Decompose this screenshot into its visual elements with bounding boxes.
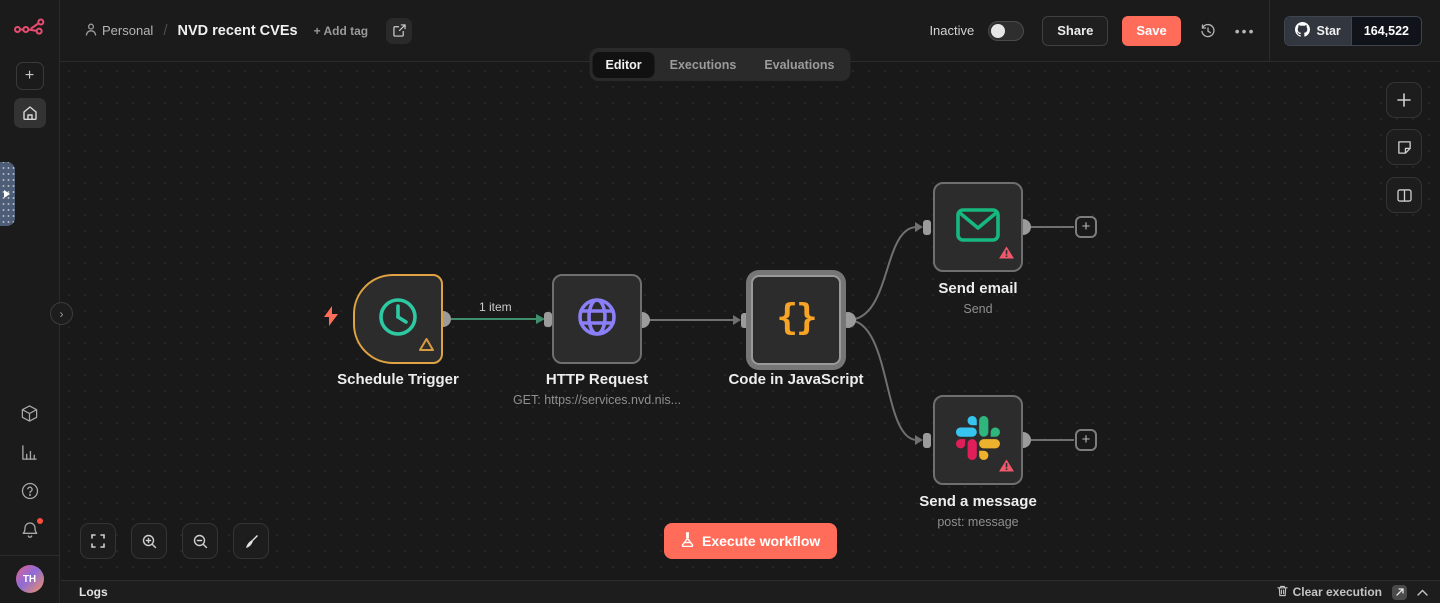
add-connection-button[interactable]: + bbox=[1075, 429, 1097, 451]
code-braces-icon: {} bbox=[776, 296, 817, 338]
logs-title: Logs bbox=[79, 585, 108, 599]
node-schedule-trigger[interactable] bbox=[353, 274, 443, 364]
insights-icon[interactable] bbox=[19, 441, 41, 463]
tab-executions[interactable]: Executions bbox=[657, 52, 750, 78]
node-code-javascript[interactable]: {} bbox=[751, 275, 841, 365]
clock-icon bbox=[375, 294, 421, 345]
trash-icon bbox=[1276, 585, 1288, 600]
node-label: Send email bbox=[938, 280, 1018, 297]
logs-panel-header[interactable]: Logs Clear execution bbox=[61, 580, 1440, 603]
node-send-message-slack[interactable] bbox=[933, 395, 1023, 485]
clear-execution-label: Clear execution bbox=[1292, 585, 1382, 599]
warning-triangle-icon bbox=[418, 337, 435, 357]
node-subtitle: Send bbox=[963, 302, 993, 316]
node-label: Send a message bbox=[919, 493, 1037, 510]
connection-items-label: 1 item bbox=[479, 300, 512, 314]
zoom-in-button[interactable] bbox=[131, 523, 167, 559]
person-icon bbox=[85, 23, 97, 39]
workflow-title[interactable]: NVD recent CVEs bbox=[177, 23, 297, 39]
activation-status-label: Inactive bbox=[929, 23, 975, 38]
tidy-up-button[interactable] bbox=[233, 523, 269, 559]
n8n-logo[interactable] bbox=[13, 0, 47, 54]
node-subtitle: post: message bbox=[937, 515, 1019, 529]
execute-workflow-button[interactable]: Execute workflow bbox=[664, 523, 838, 559]
zoom-out-button[interactable] bbox=[182, 523, 218, 559]
more-options-menu[interactable]: ••• bbox=[1235, 23, 1256, 39]
tab-evaluations[interactable]: Evaluations bbox=[751, 52, 847, 78]
notification-dot bbox=[36, 518, 43, 524]
user-avatar[interactable]: TH bbox=[15, 565, 44, 593]
app-sidebar: + TH bbox=[0, 0, 60, 603]
slack-icon bbox=[956, 415, 1000, 465]
open-logs-window-button[interactable] bbox=[1392, 584, 1407, 600]
notifications-bell-icon[interactable] bbox=[19, 518, 43, 541]
play-triangle-icon bbox=[4, 190, 10, 198]
add-connection-button[interactable]: + bbox=[1075, 216, 1097, 238]
add-sticky-note-button[interactable] bbox=[1386, 129, 1422, 165]
n8n-workflow-editor: 1 item Schedule Trigger HTTP Request GET… bbox=[0, 0, 1440, 603]
node-label: HTTP Request bbox=[545, 371, 649, 388]
toggle-panel-button[interactable] bbox=[1386, 177, 1422, 213]
globe-icon bbox=[573, 293, 621, 346]
zoom-to-fit-button[interactable] bbox=[80, 523, 116, 559]
clear-execution-button[interactable]: Clear execution bbox=[1276, 585, 1382, 600]
new-workflow-button[interactable]: + bbox=[15, 62, 44, 90]
add-tag-button[interactable]: + Add tag bbox=[314, 24, 369, 38]
history-icon[interactable] bbox=[1195, 18, 1221, 44]
node-http-request[interactable] bbox=[552, 274, 642, 364]
edit-workflow-button[interactable] bbox=[386, 17, 413, 44]
share-button[interactable]: Share bbox=[1042, 15, 1109, 46]
node-subtitle: GET: https://services.nvd.nis... bbox=[512, 393, 682, 407]
toggle-knob bbox=[991, 23, 1006, 38]
save-button[interactable]: Save bbox=[1122, 15, 1181, 46]
github-star-count: 164,522 bbox=[1350, 16, 1421, 45]
node-send-email[interactable] bbox=[933, 182, 1023, 272]
panel-drag-handle[interactable] bbox=[0, 162, 15, 226]
execute-workflow-label: Execute workflow bbox=[702, 533, 821, 549]
github-star-label: Star bbox=[1316, 23, 1341, 38]
add-node-button[interactable] bbox=[1386, 82, 1422, 118]
collapse-logs-chevron[interactable] bbox=[1417, 583, 1428, 601]
home-button[interactable] bbox=[13, 98, 46, 128]
breadcrumb-project[interactable]: Personal bbox=[85, 23, 153, 39]
email-icon bbox=[955, 207, 1001, 248]
breadcrumb-separator: / bbox=[163, 22, 168, 39]
github-star-badge[interactable]: Star 164,522 bbox=[1284, 15, 1422, 46]
github-icon bbox=[1295, 21, 1311, 40]
node-label: Schedule Trigger bbox=[337, 371, 459, 388]
node-label: Code in JavaScript bbox=[728, 371, 864, 388]
view-tabs: Editor Executions Evaluations bbox=[589, 48, 851, 81]
trigger-pin-icon bbox=[321, 305, 341, 332]
flask-icon bbox=[681, 532, 694, 550]
expand-sidebar-chevron[interactable]: › bbox=[50, 302, 73, 325]
error-triangle-icon bbox=[998, 458, 1015, 478]
activation-toggle[interactable] bbox=[988, 20, 1025, 41]
tab-editor[interactable]: Editor bbox=[592, 51, 655, 78]
help-icon[interactable] bbox=[19, 480, 41, 502]
templates-icon[interactable] bbox=[19, 402, 41, 424]
header-divider bbox=[1269, 0, 1271, 62]
error-triangle-icon bbox=[998, 245, 1015, 265]
